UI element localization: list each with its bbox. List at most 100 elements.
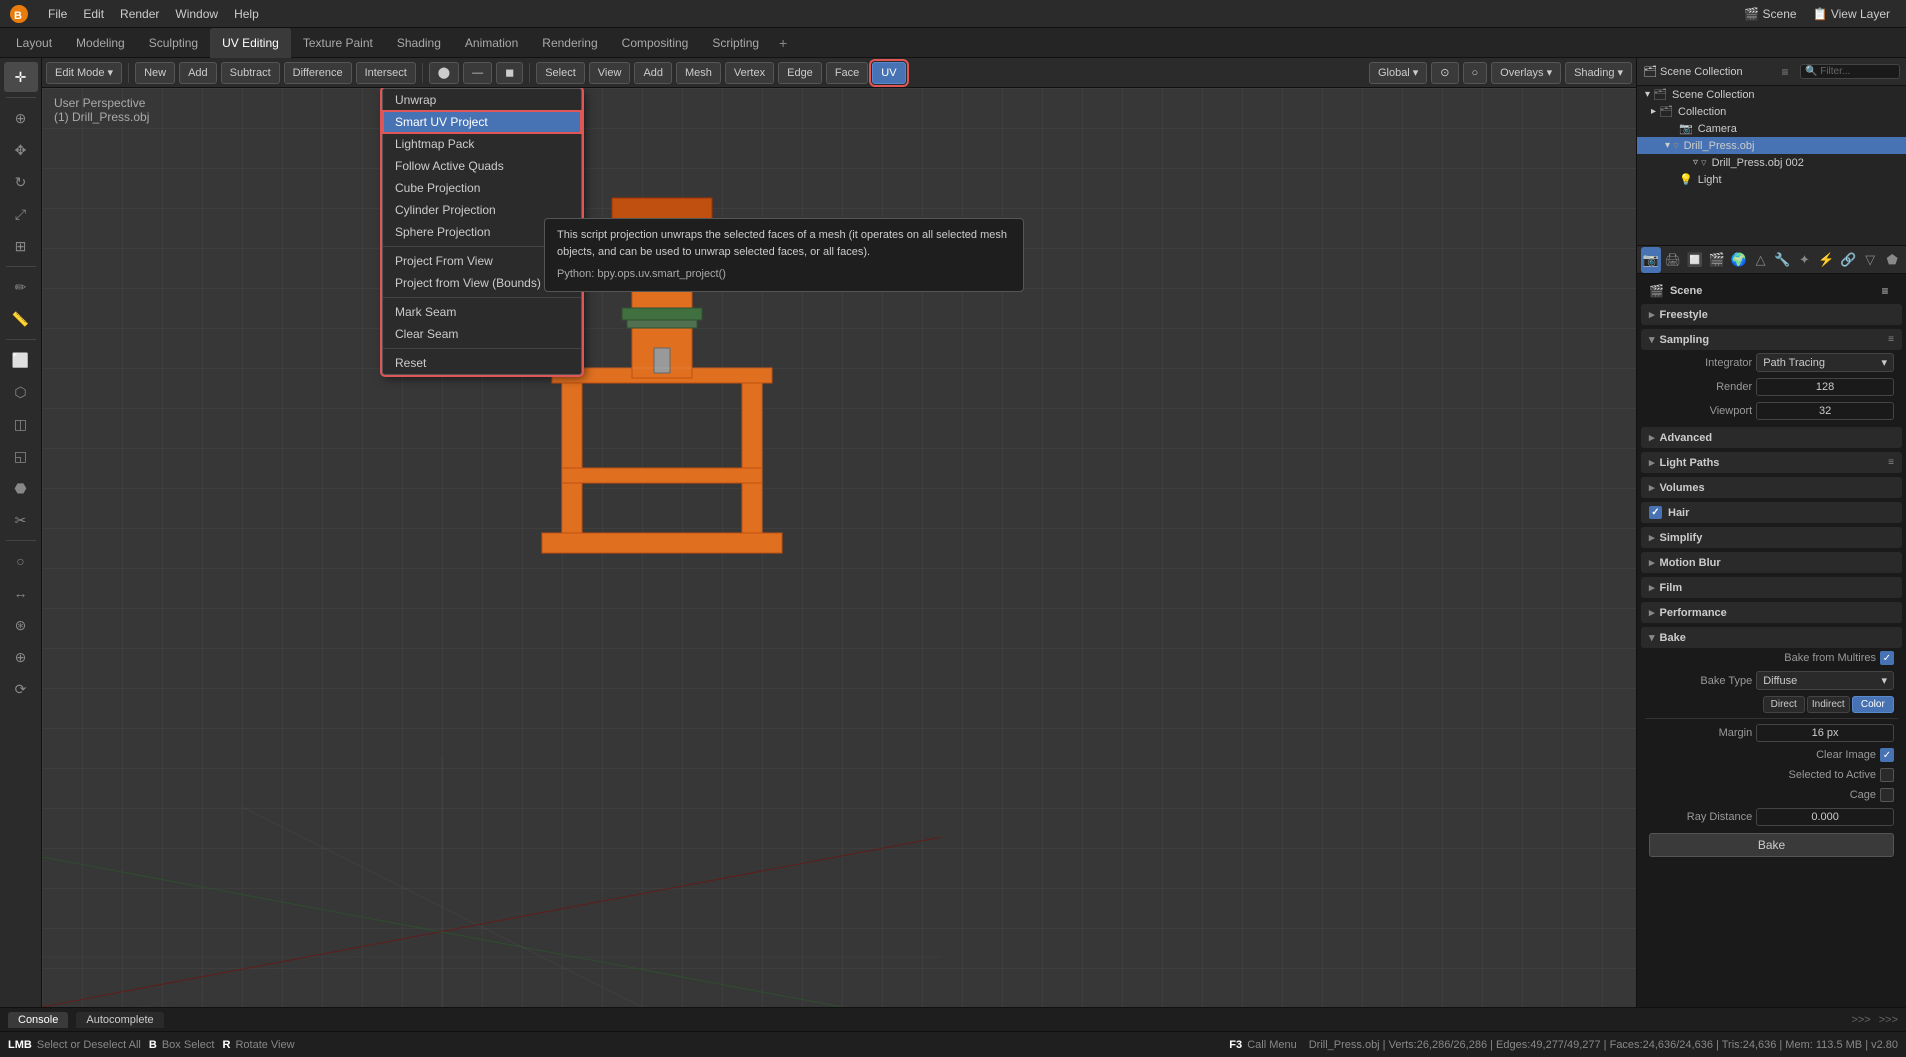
- menu-face[interactable]: Face: [826, 62, 868, 84]
- tool-shrink-fatten[interactable]: ⊛: [4, 610, 38, 640]
- clear-image-checkbox[interactable]: ✓: [1880, 748, 1894, 762]
- menu-vertex[interactable]: Vertex: [725, 62, 774, 84]
- uv-menu-unwrap[interactable]: Unwrap: [383, 89, 581, 111]
- prop-icon-world[interactable]: 🌍: [1729, 247, 1749, 273]
- tab-modeling[interactable]: Modeling: [64, 28, 137, 58]
- tool-loop-cut[interactable]: ⬣: [4, 473, 38, 503]
- outliner-collection[interactable]: ▸ 🗂 Collection: [1637, 103, 1906, 120]
- tool-edge-slide[interactable]: ↔: [4, 578, 38, 608]
- outliner-search-box[interactable]: 🔍 Filter...: [1800, 64, 1900, 79]
- tool-move[interactable]: ✥: [4, 135, 38, 165]
- tab-compositing[interactable]: Compositing: [610, 28, 701, 58]
- sampling-menu-icon[interactable]: ≡: [1888, 334, 1894, 345]
- outliner-camera[interactable]: 📷 Camera: [1637, 120, 1906, 137]
- motion-blur-header[interactable]: ▸ Motion Blur: [1641, 552, 1902, 573]
- menu-render[interactable]: Render: [112, 2, 167, 26]
- shading-btn[interactable]: Shading ▾: [1565, 62, 1632, 84]
- menu-view[interactable]: View: [589, 62, 631, 84]
- bake-color-btn[interactable]: Color: [1852, 696, 1894, 713]
- bake-direct-btn[interactable]: Direct: [1763, 696, 1805, 713]
- sampling-header[interactable]: ▾ Sampling ≡: [1641, 329, 1902, 350]
- tab-texture-paint[interactable]: Texture Paint: [291, 28, 385, 58]
- menu-file[interactable]: File: [40, 2, 75, 26]
- prop-icon-modifier[interactable]: 🔧: [1773, 247, 1793, 273]
- hair-checkbox[interactable]: ✓: [1649, 506, 1662, 519]
- margin-value[interactable]: 16 px: [1756, 724, 1894, 742]
- tool-inset[interactable]: ◫: [4, 409, 38, 439]
- menu-help[interactable]: Help: [226, 2, 267, 26]
- tool-spin[interactable]: ⟳: [4, 674, 38, 704]
- menu-add-mesh[interactable]: Add: [634, 62, 672, 84]
- render-value[interactable]: 128: [1756, 378, 1894, 396]
- ray-distance-value[interactable]: 0.000: [1756, 808, 1894, 826]
- menu-window[interactable]: Window: [167, 2, 226, 26]
- btn-new[interactable]: New: [135, 62, 175, 84]
- menu-edge[interactable]: Edge: [778, 62, 822, 84]
- prop-icon-particles[interactable]: ✦: [1794, 247, 1814, 273]
- btn-add[interactable]: Add: [179, 62, 217, 84]
- tab-rendering[interactable]: Rendering: [530, 28, 609, 58]
- prop-icon-material[interactable]: ⬟: [1882, 247, 1902, 273]
- scene-selector[interactable]: 🎬 Scene: [1736, 2, 1804, 26]
- uv-menu-clear-seam[interactable]: Clear Seam: [383, 323, 581, 345]
- tool-bevel[interactable]: ◱: [4, 441, 38, 471]
- volumes-header[interactable]: ▸ Volumes: [1641, 477, 1902, 498]
- tab-add-button[interactable]: +: [771, 31, 795, 55]
- tool-extrude[interactable]: ⬡: [4, 377, 38, 407]
- tab-layout[interactable]: Layout: [4, 28, 64, 58]
- outliner-scene-collection[interactable]: ▾ 🗂 Scene Collection: [1637, 86, 1906, 103]
- light-paths-menu-icon[interactable]: ≡: [1888, 457, 1894, 468]
- light-paths-header[interactable]: ▸ Light Paths ≡: [1641, 452, 1902, 473]
- prop-icon-physics[interactable]: ⚡: [1816, 247, 1836, 273]
- tool-push-pull[interactable]: ⊕: [4, 642, 38, 672]
- prop-icon-data[interactable]: ▽: [1860, 247, 1880, 273]
- cage-checkbox[interactable]: [1880, 788, 1894, 802]
- tool-knife[interactable]: ✂: [4, 505, 38, 535]
- proportional-edit[interactable]: ○: [1463, 62, 1488, 84]
- prop-icon-scene[interactable]: 🎬: [1707, 247, 1727, 273]
- selected-to-active-checkbox[interactable]: [1880, 768, 1894, 782]
- btn-difference[interactable]: Difference: [284, 62, 352, 84]
- prop-icon-output[interactable]: 🖨: [1663, 247, 1683, 273]
- edge-select-mode[interactable]: —: [463, 62, 492, 84]
- prop-icon-view-layer[interactable]: 🔲: [1685, 247, 1705, 273]
- outliner-light[interactable]: 💡 Light: [1637, 171, 1906, 188]
- tab-shading[interactable]: Shading: [385, 28, 453, 58]
- face-select-mode[interactable]: ◼: [496, 62, 523, 84]
- edit-mode-dropdown[interactable]: Edit Mode ▾: [46, 62, 122, 84]
- overlays-btn[interactable]: Overlays ▾: [1491, 62, 1561, 84]
- vertex-select-mode[interactable]: ⬤: [429, 62, 459, 84]
- tab-uv-editing[interactable]: UV Editing: [210, 28, 291, 58]
- tool-rotate[interactable]: ↻: [4, 167, 38, 197]
- tab-scripting[interactable]: Scripting: [700, 28, 771, 58]
- viewport-value[interactable]: 32: [1756, 402, 1894, 420]
- btn-intersect[interactable]: Intersect: [356, 62, 416, 84]
- bake-indirect-btn[interactable]: Indirect: [1807, 696, 1850, 713]
- tool-scale[interactable]: ⤢: [4, 199, 38, 229]
- bake-from-multires-checkbox[interactable]: ✓: [1880, 651, 1894, 665]
- outliner-drill-press[interactable]: ▾ ▿ Drill_Press.obj: [1637, 137, 1906, 154]
- console-tab-autocomplete[interactable]: Autocomplete: [76, 1012, 163, 1028]
- integrator-dropdown[interactable]: Path Tracing ▾: [1756, 353, 1894, 372]
- snapping-toggle[interactable]: ⊙: [1431, 62, 1458, 84]
- tool-cursor[interactable]: ⊕: [4, 103, 38, 133]
- bake-button[interactable]: Bake: [1649, 833, 1894, 857]
- prop-icon-render[interactable]: 📷: [1641, 247, 1661, 273]
- uv-menu-mark-seam[interactable]: Mark Seam: [383, 301, 581, 323]
- uv-menu-smart-uv-project[interactable]: Smart UV Project: [383, 111, 581, 133]
- tool-measure[interactable]: 📏: [4, 304, 38, 334]
- outliner-drill-press-002[interactable]: ▿ ▿ Drill_Press.obj 002: [1637, 154, 1906, 171]
- freestyle-header[interactable]: ▸ Freestyle: [1641, 304, 1902, 325]
- menu-edit[interactable]: Edit: [75, 2, 112, 26]
- bake-type-dropdown[interactable]: Diffuse ▾: [1756, 671, 1894, 690]
- btn-subtract[interactable]: Subtract: [221, 62, 280, 84]
- tool-smooth[interactable]: ○: [4, 546, 38, 576]
- prop-icon-object[interactable]: △: [1751, 247, 1771, 273]
- uv-menu-cube-projection[interactable]: Cube Projection: [383, 177, 581, 199]
- uv-menu-lightmap-pack[interactable]: Lightmap Pack: [383, 133, 581, 155]
- menu-mesh[interactable]: Mesh: [676, 62, 721, 84]
- global-dropdown[interactable]: Global ▾: [1369, 62, 1427, 84]
- advanced-header[interactable]: ▸ Advanced: [1641, 427, 1902, 448]
- tool-select-cursor[interactable]: ✛: [4, 62, 38, 92]
- tool-add-cube[interactable]: ⬜: [4, 345, 38, 375]
